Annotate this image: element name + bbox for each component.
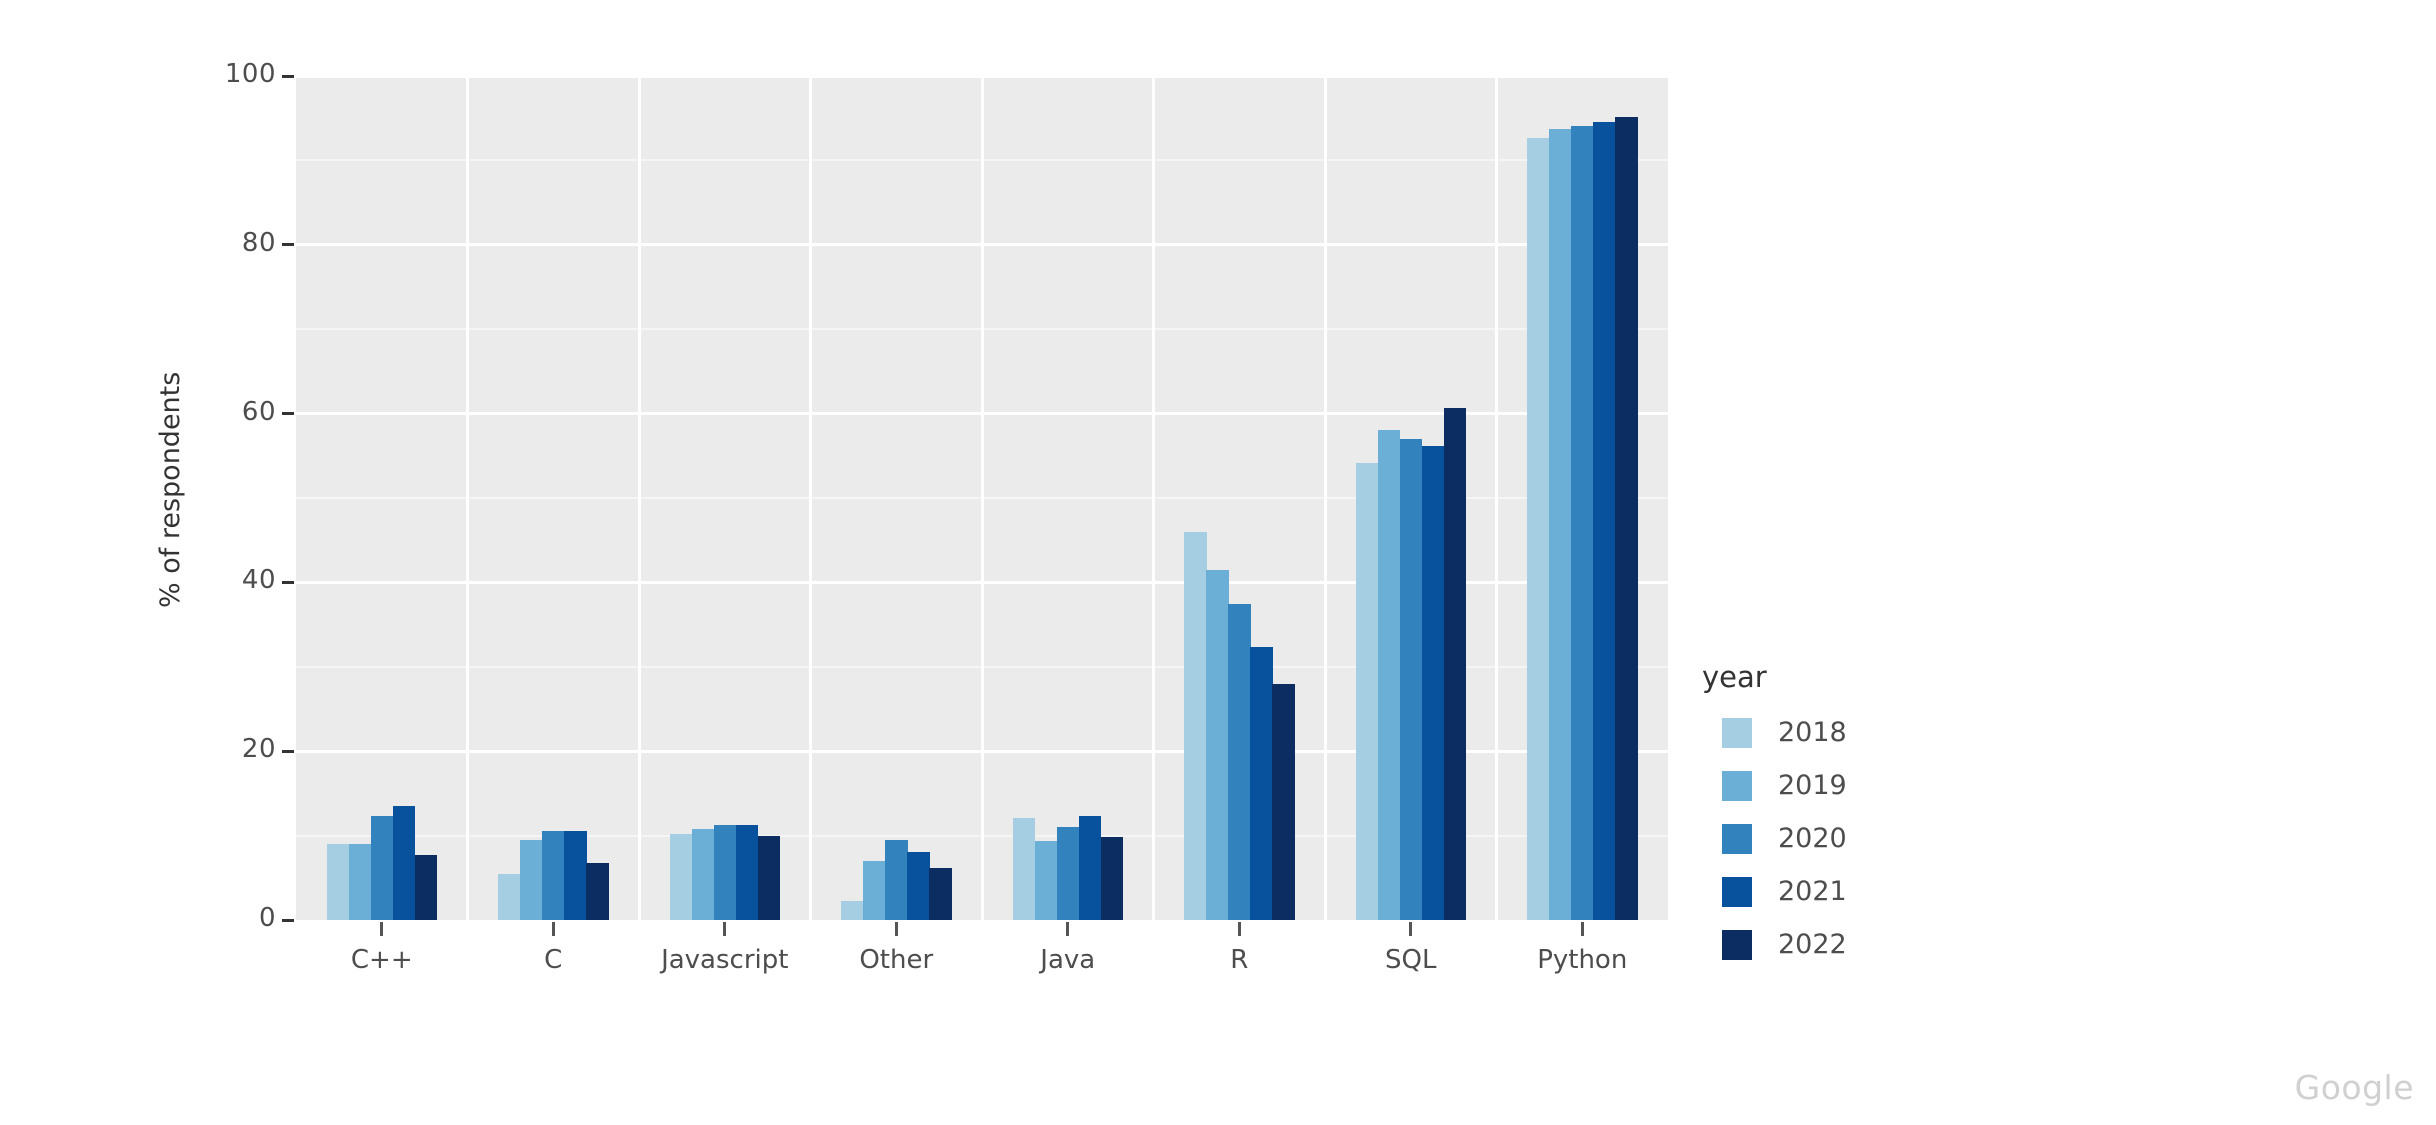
y-axis-tick-label: 40 (241, 565, 276, 596)
bar[interactable] (1272, 683, 1295, 920)
bar[interactable] (1184, 531, 1207, 920)
legend-label: 2021 (1778, 876, 1847, 907)
bar-group (326, 76, 438, 920)
x-axis-tick-label: Python (1537, 945, 1628, 975)
y-axis-tick-label: 60 (241, 396, 276, 427)
legend-swatch (1722, 876, 1752, 907)
bar[interactable] (1078, 816, 1102, 920)
x-axis-tick-label: Other (859, 945, 934, 975)
x-axis-tick-mark (380, 922, 384, 936)
legend: year 2018 2019 2020 2021 2022 (1700, 660, 1847, 971)
bar[interactable] (907, 852, 930, 920)
bar[interactable] (885, 839, 908, 920)
bar[interactable] (929, 867, 952, 920)
bar[interactable] (326, 844, 350, 920)
bar-series-container (296, 76, 1668, 920)
bar-group (1184, 76, 1295, 920)
bar[interactable] (1034, 840, 1058, 920)
y-axis-tick-label: 100 (224, 59, 276, 89)
x-axis-tick-mark (1237, 922, 1241, 936)
bar[interactable] (1100, 837, 1124, 920)
y-axis-tick-mark (282, 918, 294, 922)
bar-group (841, 76, 952, 920)
legend-label: 2019 (1778, 770, 1847, 801)
y-axis-tick-label: 80 (241, 227, 276, 258)
legend-item[interactable]: 2022 (1700, 918, 1847, 971)
legend-label: 2020 (1778, 823, 1847, 854)
bar[interactable] (542, 831, 565, 920)
bar[interactable] (520, 839, 543, 920)
bar[interactable] (1012, 817, 1036, 920)
legend-swatch (1722, 929, 1752, 960)
y-axis-tick-mark (282, 243, 294, 247)
watermark: Google (2294, 1068, 2414, 1107)
chart-screenshot: % of respondents 0 20 40 60 80 100 C++ C Javasc… (0, 0, 2436, 1125)
legend-label: 2018 (1778, 717, 1847, 748)
bar-group (1527, 76, 1638, 920)
x-axis-tick-mark (551, 922, 555, 936)
bar[interactable] (1421, 445, 1445, 920)
legend-swatch (1722, 717, 1752, 748)
bar[interactable] (1571, 125, 1594, 920)
x-axis-tick-label: C (544, 945, 563, 975)
bar-group (498, 76, 609, 920)
y-axis-tick-mark (282, 412, 294, 416)
bar[interactable] (1399, 438, 1423, 920)
x-axis-tick-mark (723, 922, 727, 936)
legend-item[interactable]: 2021 (1700, 865, 1847, 918)
y-axis-tick-mark (282, 74, 294, 78)
bar[interactable] (757, 836, 781, 920)
x-axis-tick-mark (1409, 922, 1413, 936)
bar[interactable] (414, 855, 438, 920)
legend-item[interactable]: 2019 (1700, 759, 1847, 812)
bar[interactable] (1250, 647, 1273, 920)
x-axis-tick-label: C++ (350, 945, 413, 975)
x-axis-tick-label: Java (1040, 945, 1096, 975)
bar[interactable] (564, 831, 587, 920)
plot-area (296, 74, 1668, 920)
x-axis-tick-label: Javascript (661, 945, 789, 975)
bar[interactable] (691, 828, 715, 920)
x-axis-tick-label: R (1230, 945, 1249, 975)
bar[interactable] (735, 825, 759, 920)
legend-item[interactable]: 2020 (1700, 812, 1847, 865)
y-axis-title: % of respondents (155, 371, 186, 608)
x-axis-tick-mark (1066, 922, 1070, 936)
bar[interactable] (1228, 603, 1251, 920)
bar-group (1012, 76, 1124, 920)
bar[interactable] (1615, 116, 1638, 920)
legend-swatch (1722, 823, 1752, 854)
bar[interactable] (1549, 129, 1572, 920)
bar[interactable] (370, 816, 394, 920)
bar-group (669, 76, 781, 920)
bar[interactable] (713, 825, 737, 920)
bar[interactable] (669, 833, 693, 920)
y-axis-tick-label: 20 (241, 734, 276, 765)
legend-item[interactable]: 2018 (1700, 706, 1847, 759)
bar-group (1355, 76, 1467, 920)
y-axis-tick-label: 0 (258, 903, 276, 933)
x-axis-tick-mark (894, 922, 898, 936)
bar[interactable] (498, 873, 521, 920)
bar[interactable] (1377, 430, 1401, 920)
bar[interactable] (1355, 462, 1379, 920)
legend-swatch (1722, 770, 1752, 801)
bar[interactable] (392, 806, 416, 920)
bar[interactable] (1206, 569, 1229, 920)
bar[interactable] (586, 863, 609, 920)
bar[interactable] (1527, 137, 1550, 920)
y-axis-tick-mark (282, 749, 294, 753)
x-axis-tick-mark (1580, 922, 1584, 936)
x-axis-tick-label: SQL (1385, 945, 1437, 975)
bar[interactable] (1593, 121, 1616, 920)
bar[interactable] (1056, 827, 1080, 920)
bar[interactable] (348, 844, 372, 920)
bar[interactable] (863, 860, 886, 920)
legend-label: 2022 (1778, 929, 1847, 960)
bar[interactable] (841, 901, 864, 920)
bar[interactable] (1443, 407, 1467, 920)
legend-title: year (1702, 660, 1767, 694)
legend-items: 2018 2019 2020 2021 2022 (1700, 706, 1847, 971)
y-axis-tick-mark (282, 580, 294, 584)
